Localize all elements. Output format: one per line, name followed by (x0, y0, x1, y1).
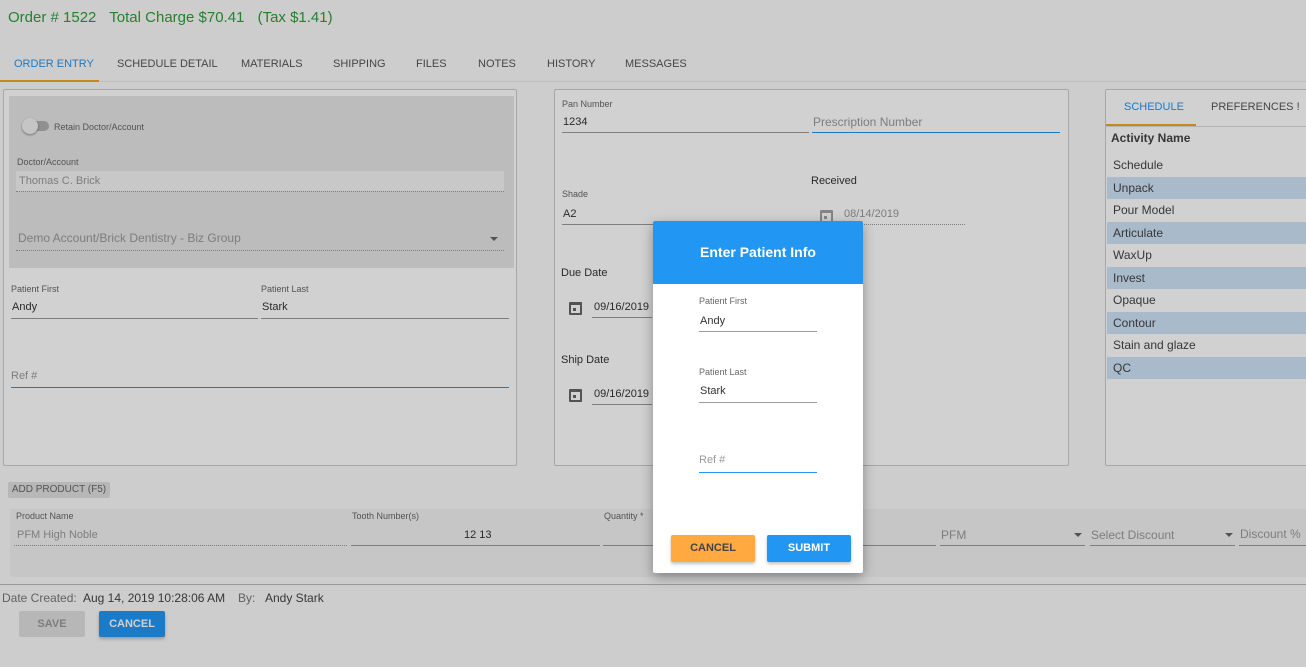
dialog-patient-last-underline (699, 402, 817, 403)
dialog-patient-last-input[interactable]: Stark (700, 385, 726, 397)
dialog-ref-underline (699, 472, 817, 473)
dialog-patient-first-label: Patient First (699, 296, 748, 306)
dialog-patient-last-label: Patient Last (699, 367, 747, 377)
dialog-patient-first-underline (699, 331, 817, 332)
patient-info-dialog: Enter Patient Info Patient First Andy Pa… (653, 221, 863, 573)
dialog-submit-button[interactable]: SUBMIT (767, 535, 851, 562)
dialog-patient-first-input[interactable]: Andy (700, 315, 725, 327)
dialog-ref-input[interactable]: Ref # (699, 454, 725, 466)
dialog-cancel-button[interactable]: CANCEL (671, 535, 755, 562)
dialog-title: Enter Patient Info (700, 244, 816, 260)
